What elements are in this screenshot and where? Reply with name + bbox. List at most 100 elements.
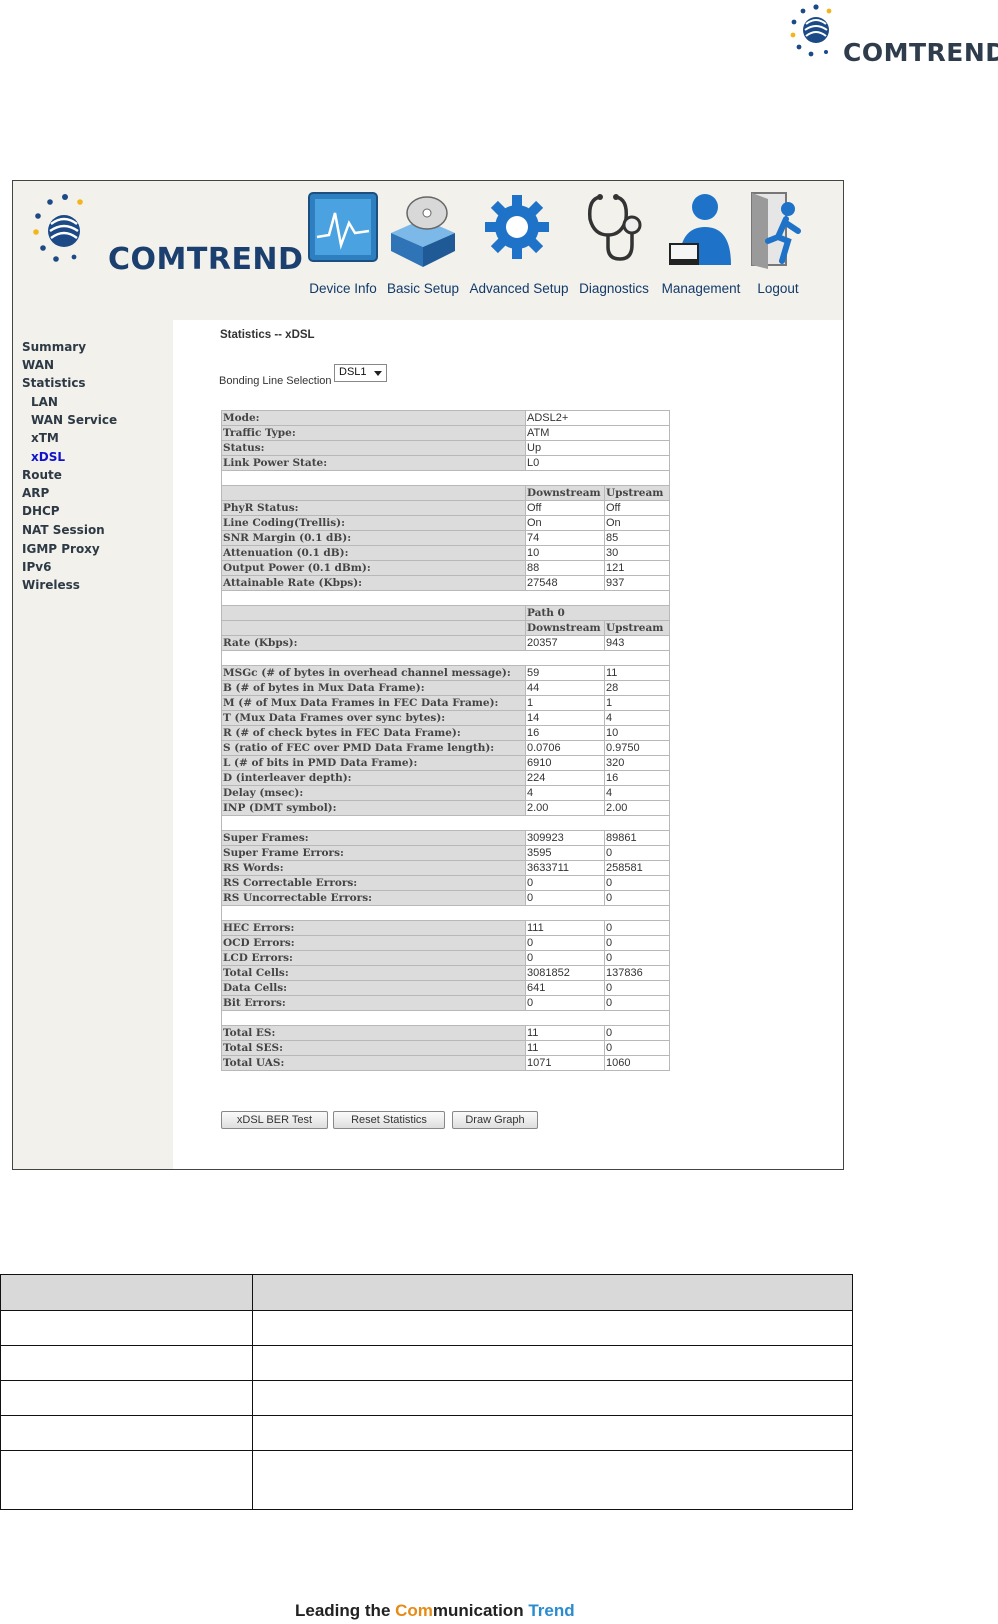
upstream-value: 0 (604, 1040, 670, 1056)
stat-row: D (interleaver depth): 224 16 (221, 770, 670, 786)
stat-row: S (ratio of FEC over PMD Data Frame leng… (221, 740, 670, 756)
spacer-row (221, 815, 670, 831)
stat-label: Output Power (0.1 dBm): (221, 560, 526, 576)
sidebar-item-dhcp[interactable]: DHCP (22, 504, 60, 518)
exit-door-icon (751, 192, 801, 269)
downstream-value: 309923 (525, 830, 605, 846)
sidebar-item-xdsl[interactable]: xDSL (31, 450, 65, 464)
sidebar-item-wan-service[interactable]: WAN Service (31, 413, 117, 427)
stat-row: Link Power State: L0 (221, 455, 670, 471)
bonding-line-select[interactable]: DSL1 (334, 364, 387, 382)
stat-row: Total ES: 11 0 (221, 1025, 670, 1041)
table-row (0, 1450, 853, 1510)
stat-value: ATM (525, 425, 670, 441)
stat-value: Up (525, 440, 670, 456)
page-title: Statistics -- xDSL (220, 329, 315, 341)
nav-diagnostics[interactable]: Diagnostics (575, 187, 653, 307)
stat-row: MSGc (# of bytes in overhead channel mes… (221, 665, 670, 681)
nav-label: Device Info (309, 281, 377, 296)
upstream-value: 85 (604, 530, 670, 546)
upstream-value: 0 (604, 935, 670, 951)
nav-advanced-setup[interactable]: Advanced Setup (465, 187, 573, 307)
header-blank (221, 485, 526, 501)
top-navigation: Device Info Basic Setup Advanced Setup D… (303, 187, 843, 307)
downstream-value: 0.0706 (525, 740, 605, 756)
upstream-value: On (604, 515, 670, 531)
sidebar-item-statistics[interactable]: Statistics (22, 376, 86, 390)
downstream-value: 59 (525, 665, 605, 681)
stat-row: Delay (msec): 4 4 (221, 785, 670, 801)
spacer-cell (221, 470, 670, 486)
stat-label: RS Uncorrectable Errors: (221, 890, 526, 906)
downstream-value: 44 (525, 680, 605, 696)
reset-statistics-button[interactable]: Reset Statistics (333, 1111, 445, 1129)
page-logo: COMTREND (786, 2, 998, 68)
nav-logout[interactable]: Logout (747, 187, 809, 307)
comtrend-swirl-icon (33, 194, 83, 262)
stat-row: B (# of bytes in Mux Data Frame): 44 28 (221, 680, 670, 696)
table-row (0, 1345, 853, 1381)
router-ui-screenshot: COMTREND Device Info Basic Setup Advance… (12, 180, 844, 1170)
stat-row: INP (DMT symbol): 2.00 2.00 (221, 800, 670, 816)
sidebar-item-wan[interactable]: WAN (22, 358, 54, 372)
stat-label: HEC Errors: (221, 920, 526, 936)
stat-row: Total UAS: 1071 1060 (221, 1055, 670, 1071)
upstream-value: 4 (604, 710, 670, 726)
upstream-value: 10 (604, 725, 670, 741)
sidebar-item-nat-session[interactable]: NAT Session (22, 523, 105, 537)
downstream-header: Downstream (525, 620, 605, 636)
stat-label: Bit Errors: (221, 995, 526, 1011)
downstream-value: 0 (525, 890, 605, 906)
draw-graph-button[interactable]: Draw Graph (452, 1111, 538, 1129)
downstream-value: 6910 (525, 755, 605, 771)
stat-row: Attainable Rate (Kbps): 27548 937 (221, 575, 670, 591)
stat-label: PhyR Status: (221, 500, 526, 516)
sidebar-item-arp[interactable]: ARP (22, 486, 49, 500)
stat-label: RS Words: (221, 860, 526, 876)
sidebar-item-summary[interactable]: Summary (22, 340, 86, 354)
sidebar-item-igmp-proxy[interactable]: IGMP Proxy (22, 542, 100, 556)
stat-row: Total SES: 11 0 (221, 1040, 670, 1056)
comtrend-swirl-icon (790, 4, 832, 57)
header-blank (221, 620, 526, 636)
stat-row: Super Frames: 309923 89861 (221, 830, 670, 846)
stat-label: INP (DMT symbol): (221, 800, 526, 816)
header-blank (221, 605, 526, 621)
downstream-value: 2.00 (525, 800, 605, 816)
stat-label: Line Coding(Trellis): (221, 515, 526, 531)
sidebar-item-ipv6[interactable]: IPv6 (22, 560, 51, 574)
stat-label: Status: (221, 440, 526, 456)
sidebar-item-route[interactable]: Route (22, 468, 62, 482)
upstream-value: 0 (604, 920, 670, 936)
stat-label: R (# of check bytes in FEC Data Frame): (221, 725, 526, 741)
upstream-value: 89861 (604, 830, 670, 846)
nav-device-info[interactable]: Device Info (303, 187, 383, 307)
nav-basic-setup[interactable]: Basic Setup (383, 187, 463, 307)
stat-label: SNR Margin (0.1 dB): (221, 530, 526, 546)
upstream-value: 937 (604, 575, 670, 591)
stat-row: RS Correctable Errors: 0 0 (221, 875, 670, 891)
chart-monitor-icon (308, 192, 378, 262)
sidebar-item-wireless[interactable]: Wireless (22, 578, 80, 592)
stat-row: HEC Errors: 111 0 (221, 920, 670, 936)
stat-row: R (# of check bytes in FEC Data Frame): 1… (221, 725, 670, 741)
stat-row: Super Frame Errors: 3595 0 (221, 845, 670, 861)
upstream-value: 1060 (604, 1055, 670, 1071)
downstream-value: 0 (525, 935, 605, 951)
spacer-cell (221, 590, 670, 606)
nav-label: Management (661, 281, 741, 296)
downstream-value: 27548 (525, 575, 605, 591)
stat-label: OCD Errors: (221, 935, 526, 951)
xdsl-stats-table: Mode: ADSL2+ Traffic Type: ATM Status: Up Link… (221, 410, 670, 1071)
nav-management[interactable]: Management (655, 187, 747, 307)
downstream-header: Downstream (525, 485, 605, 501)
sidebar-item-xtm[interactable]: xTM (31, 431, 59, 445)
spacer-cell (221, 815, 670, 831)
stat-row: Status: Up (221, 440, 670, 456)
column-header-row: Downstream Upstream (221, 485, 670, 501)
stat-label: T (Mux Data Frames over sync bytes): (221, 710, 526, 726)
upstream-value: Off (604, 500, 670, 516)
nav-label: Logout (757, 281, 799, 296)
sidebar-item-lan[interactable]: LAN (31, 395, 58, 409)
xdsl-ber-test-button[interactable]: xDSL BER Test (221, 1111, 328, 1129)
